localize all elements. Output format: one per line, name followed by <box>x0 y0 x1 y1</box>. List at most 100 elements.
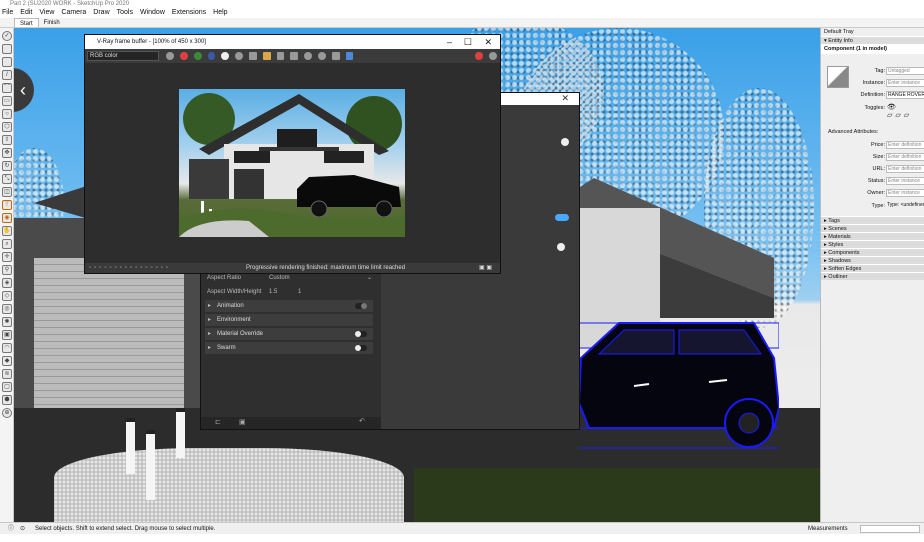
duplicate-icon[interactable] <box>290 52 299 60</box>
price-field[interactable]: Enter definition <box>886 141 924 149</box>
instance-field[interactable]: Enter instance <box>886 79 924 87</box>
vray-dome-icon[interactable]: ◠ <box>2 343 12 353</box>
section-plane-icon[interactable]: ◈ <box>2 278 12 288</box>
type-field[interactable]: Type: <undefined> <box>886 202 924 210</box>
toggle-switch[interactable] <box>355 331 367 337</box>
circle-tool-icon[interactable]: ○ <box>2 109 12 119</box>
components-section[interactable]: ▸ Components <box>821 248 924 256</box>
menu-window[interactable]: Window <box>140 8 165 18</box>
undo-icon[interactable]: ↶ <box>359 417 365 425</box>
menu-edit[interactable]: Edit <box>20 8 32 18</box>
range-rover-model[interactable] <box>579 318 779 453</box>
outliner-section[interactable]: ▸ Outliner <box>821 272 924 280</box>
measurements-input[interactable] <box>860 525 920 533</box>
red-channel-icon[interactable] <box>180 52 188 60</box>
materials-section[interactable]: ▸ Materials <box>821 232 924 240</box>
save-icon[interactable]: ▣ <box>239 418 246 426</box>
menu-extensions[interactable]: Extensions <box>172 8 206 18</box>
styles-section[interactable]: ▸ Styles <box>821 240 924 248</box>
rectangle-tool-icon[interactable]: ▭ <box>2 96 12 106</box>
render-preview[interactable] <box>179 89 405 237</box>
save-icon[interactable] <box>249 52 257 60</box>
tag-field[interactable]: Untagged <box>886 67 924 75</box>
link-icon[interactable] <box>331 52 340 60</box>
soften-edges-section[interactable]: ▸ Soften Edges <box>821 264 924 272</box>
scenes-section[interactable]: ▸ Scenes <box>821 224 924 232</box>
save-image-icon[interactable] <box>166 52 175 60</box>
track-mouse-icon[interactable] <box>304 52 312 60</box>
aspect-width-field[interactable]: 1.5 <box>269 289 277 295</box>
arc-tool-icon[interactable]: ⌒ <box>2 83 12 93</box>
aspect-ratio-select[interactable]: Custom <box>269 275 290 281</box>
select-tool-icon[interactable]: ✓ <box>2 31 12 41</box>
green-channel-icon[interactable] <box>193 52 202 60</box>
eraser-tool-icon[interactable] <box>2 44 12 54</box>
menu-file[interactable]: File <box>2 8 13 18</box>
maximize-icon[interactable]: ☐ <box>464 35 472 49</box>
globe-icon[interactable]: ⊕ <box>2 408 12 418</box>
vray-render-icon[interactable]: ◎ <box>2 304 12 314</box>
menu-help[interactable]: Help <box>213 8 227 18</box>
load-icon[interactable] <box>262 52 271 60</box>
orbit-tool-icon[interactable]: ◉ <box>2 213 12 223</box>
scene-tab-finish[interactable]: Finish <box>39 18 65 27</box>
vfb-settings-icon[interactable]: ▣ ▣ <box>479 263 492 273</box>
menu-tools[interactable]: Tools <box>117 8 133 18</box>
toggle-knob[interactable] <box>557 243 565 251</box>
rollout-material-override[interactable]: ▸ Material Override <box>205 328 373 340</box>
scale-tool-icon[interactable]: ⤡ <box>2 174 12 184</box>
vray-light-icon[interactable]: ✺ <box>2 317 12 327</box>
mono-icon[interactable] <box>235 52 244 60</box>
rotate-tool-icon[interactable]: ↻ <box>2 161 12 171</box>
toggle-icons[interactable]: 👁▱▱▱ <box>887 103 924 119</box>
line-tool-icon[interactable]: / <box>2 70 12 80</box>
tape-measure-icon[interactable]: ⊤ <box>2 200 12 210</box>
owner-field[interactable]: Enter instance <box>886 189 924 197</box>
shadows-section[interactable]: ▸ Shadows <box>821 256 924 264</box>
blue-channel-icon[interactable] <box>207 52 216 60</box>
vfb-bottom-icons[interactable]: ▫▫▫▫▫▫▫▫▫▫▫▫▫▫▫▫ <box>89 263 171 273</box>
back-arrow-icon[interactable]: ‹ <box>14 68 34 112</box>
size-field[interactable]: Enter definition <box>886 153 924 161</box>
toggle-on[interactable] <box>555 214 569 221</box>
zoom-tool-icon[interactable]: ⌕ <box>2 239 12 249</box>
toggle-switch[interactable] <box>355 345 367 351</box>
menu-camera[interactable]: Camera <box>61 8 86 18</box>
clear-icon[interactable] <box>276 52 285 60</box>
axes-tool-icon[interactable]: ✛ <box>2 252 12 262</box>
aspect-height-field[interactable]: 1 <box>298 289 301 295</box>
pan-tool-icon[interactable]: ✋ <box>2 226 12 236</box>
menu-view[interactable]: View <box>39 8 54 18</box>
walk-tool-icon[interactable]: ⚲ <box>2 265 12 275</box>
close-icon[interactable]: ✕ <box>561 93 569 104</box>
chevron-down-icon[interactable]: ⌄ <box>367 274 372 281</box>
render-icon[interactable] <box>489 52 497 60</box>
toggle-knob[interactable] <box>561 138 569 146</box>
scene-tab-start[interactable]: Start <box>14 18 39 27</box>
iso-view-icon[interactable]: ⬢ <box>2 395 12 405</box>
close-icon[interactable]: ✕ <box>484 35 492 49</box>
entity-info-header[interactable]: ▾ Entity Info <box>821 36 924 44</box>
polygon-tool-icon[interactable]: ⬡ <box>2 122 12 132</box>
menu-draw[interactable]: Draw <box>93 8 109 18</box>
vray-proxy-icon[interactable]: ◆ <box>2 356 12 366</box>
region-render-icon[interactable] <box>318 52 326 60</box>
vray-fur-icon[interactable]: ≋ <box>2 369 12 379</box>
definition-field[interactable]: RANGE ROVER <box>886 91 924 99</box>
tags-section[interactable]: ▸ Tags <box>821 216 924 224</box>
folder-icon[interactable]: ⊏ <box>215 418 221 426</box>
status-field[interactable]: Enter instance <box>886 177 924 185</box>
alpha-channel-icon[interactable] <box>221 52 230 60</box>
sandbox-tool-icon[interactable]: ◇ <box>2 291 12 301</box>
offset-tool-icon[interactable]: ◫ <box>2 187 12 197</box>
stop-render-icon[interactable] <box>475 52 484 60</box>
paint-bucket-icon[interactable] <box>2 57 12 67</box>
move-tool-icon[interactable]: ✥ <box>2 148 12 158</box>
toggle-switch[interactable] <box>355 303 367 309</box>
pushpull-tool-icon[interactable]: ⇧ <box>2 135 12 145</box>
rollout-swarm[interactable]: ▸ Swarm <box>205 342 373 354</box>
cube-view-icon[interactable]: ▢ <box>2 382 12 392</box>
vray-asset-editor-icon[interactable]: ▣ <box>2 330 12 340</box>
channel-select[interactable]: RGB color <box>87 51 160 61</box>
url-field[interactable]: Enter definition <box>886 165 924 173</box>
